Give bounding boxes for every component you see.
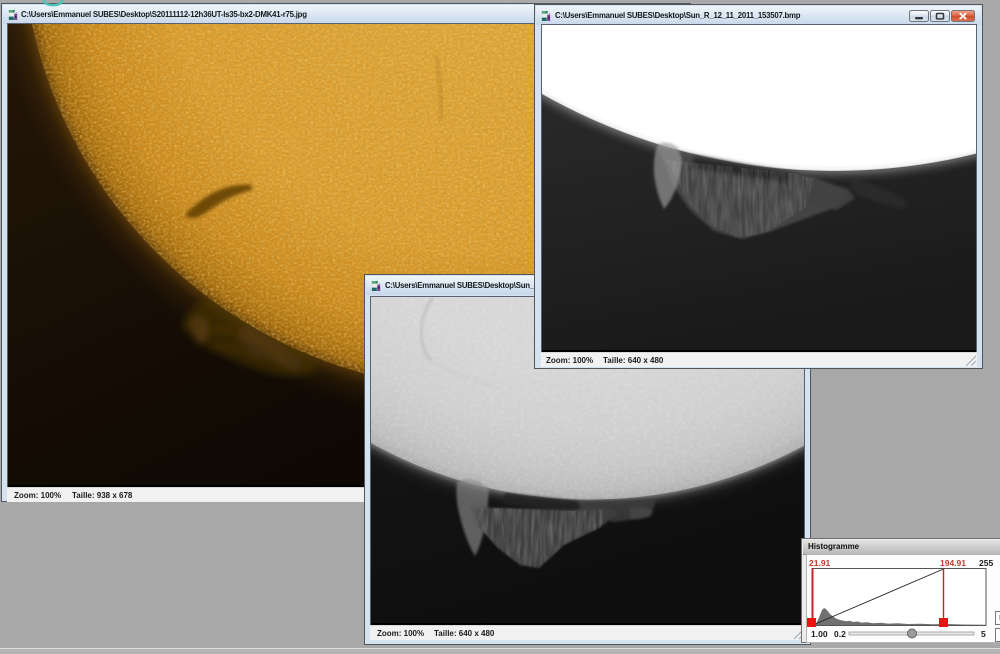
svg-text:5: 5 [981,629,986,639]
svg-text:1.00: 1.00 [811,629,828,639]
svg-text:21.91: 21.91 [809,558,831,568]
svg-text:194.91: 194.91 [940,558,966,568]
svg-text:0.2: 0.2 [834,629,846,639]
svg-text:255: 255 [979,558,993,568]
